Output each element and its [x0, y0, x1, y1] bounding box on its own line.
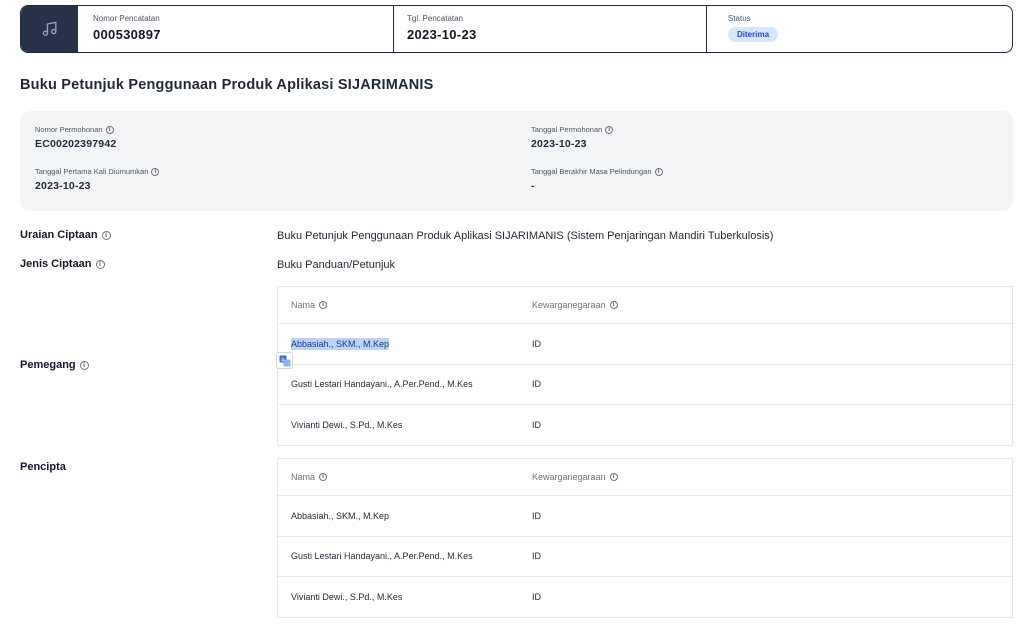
tanggal-diumumkan-label: Tanggal Pertama Kali Diumumkan	[35, 167, 149, 176]
table-row: Abbasiah., SKM., M.Kep ID	[278, 323, 1012, 364]
column-header-kewarganegaraan: Kewarganegaraan	[532, 472, 606, 482]
pemegang-label: Pemegang	[20, 359, 76, 371]
cell-name: Gusti Lestari Handayani., A.Per.Pend., M…	[291, 551, 473, 562]
tanggal-berakhir-label: Tanggal Berakhir Masa Pelindungan	[531, 167, 652, 176]
info-icon[interactable]: i	[319, 301, 328, 309]
tanggal-diumumkan-value: 2023-10-23	[35, 180, 91, 192]
info-icon[interactable]: i	[101, 230, 111, 240]
info-icon[interactable]: i	[151, 167, 160, 176]
tgl-pencatatan-label: Tgl. Pencatatan	[407, 14, 464, 23]
tanggal-permohonan: Tanggal Permohonan i 2023-10-23	[531, 125, 614, 150]
column-header-kewarganegaraan: Kewarganegaraan	[532, 300, 606, 310]
details-panel: Nomor Permohonan i EC00202397942 Tanggal …	[20, 111, 1013, 211]
info-icon[interactable]: i	[105, 125, 114, 134]
cell-name: Abbasiah., SKM., M.Kep	[291, 510, 390, 521]
cell-nationality: ID	[532, 551, 541, 562]
tanggal-permohonan-label: Tanggal Permohonan	[531, 125, 603, 134]
info-icon[interactable]: i	[605, 125, 614, 134]
status-cell: Status Diterima	[706, 6, 1012, 52]
record-summary-card: Nomor Pencatatan 000530897 Tgl. Pencatat…	[20, 5, 1013, 53]
table-header: Nama i Kewarganegaraan i	[278, 459, 1012, 495]
info-icon[interactable]: i	[654, 167, 663, 176]
info-icon[interactable]: i	[609, 473, 618, 481]
cell-nationality: ID	[532, 338, 541, 349]
info-icon[interactable]: i	[79, 360, 89, 370]
svg-text:A: A	[281, 357, 285, 363]
table-row: Gusti Lestari Handayani., A.Per.Pend., M…	[278, 535, 1012, 577]
cell-nationality: ID	[532, 591, 541, 602]
nomor-permohonan: Nomor Permohonan i EC00202397942	[35, 125, 116, 150]
tanggal-permohonan-value: 2023-10-23	[531, 138, 587, 150]
pencipta-label-row: Pencipta	[20, 461, 66, 473]
nomor-permohonan-label: Nomor Permohonan	[35, 125, 103, 134]
page-title: Buku Petunjuk Penggunaan Produk Aplikasi…	[20, 77, 434, 93]
info-icon[interactable]: i	[319, 473, 328, 481]
table-row: Gusti Lestari Handayani., A.Per.Pend., M…	[278, 363, 1012, 405]
jenis-ciptaan-label-row: Jenis Ciptaan i	[20, 258, 105, 270]
tgl-pencatatan-value: 2023-10-23	[407, 27, 477, 42]
tanggal-berakhir-value: -	[531, 180, 535, 192]
cell-name: Vivianti Dewi., S.Pd., M.Kes	[291, 591, 403, 602]
uraian-ciptaan-value: Buku Petunjuk Penggunaan Produk Aplikasi…	[277, 230, 774, 242]
info-icon[interactable]: i	[609, 301, 618, 309]
tanggal-diumumkan: Tanggal Pertama Kali Diumumkan i 2023-10-…	[35, 167, 160, 192]
table-row: Vivianti Dewi., S.Pd., M.Kes ID	[278, 404, 1012, 445]
cell-name: Vivianti Dewi., S.Pd., M.Kes	[291, 419, 403, 430]
nomor-pencatatan-label: Nomor Pencatatan	[93, 14, 160, 23]
column-header-nama: Nama	[291, 300, 316, 310]
jenis-ciptaan-value: Buku Panduan/Petunjuk	[277, 259, 396, 271]
nomor-pencatatan-cell: Nomor Pencatatan 000530897	[78, 6, 393, 52]
table-row: Abbasiah., SKM., M.Kep ID	[278, 495, 1012, 536]
jenis-ciptaan-label: Jenis Ciptaan	[20, 258, 92, 270]
pencipta-label: Pencipta	[20, 461, 66, 473]
cell-nationality: ID	[532, 419, 541, 430]
music-note-icon	[21, 6, 78, 52]
uraian-ciptaan-label-row: Uraian Ciptaan i	[20, 229, 111, 241]
translate-icon[interactable]: A	[276, 352, 293, 369]
pemegang-table: Nama i Kewarganegaraan i Abbasiah., SKM., …	[277, 286, 1013, 446]
cell-name: Gusti Lestari Handayani., A.Per.Pend., M…	[291, 379, 473, 390]
cell-name: Abbasiah., SKM., M.Kep	[291, 337, 390, 350]
nomor-pencatatan-value: 000530897	[93, 27, 161, 42]
status-badge: Diterima	[728, 27, 779, 42]
tanggal-berakhir: Tanggal Berakhir Masa Pelindungan i -	[531, 167, 663, 192]
status-label: Status	[728, 14, 751, 23]
info-icon[interactable]: i	[95, 259, 105, 269]
pemegang-label-row: Pemegang i	[20, 359, 89, 371]
table-row: Vivianti Dewi., S.Pd., M.Kes ID	[278, 576, 1012, 617]
table-header: Nama i Kewarganegaraan i	[278, 287, 1012, 323]
tgl-pencatatan-cell: Tgl. Pencatatan 2023-10-23	[393, 6, 706, 52]
cell-nationality: ID	[532, 510, 541, 521]
pencipta-table: Nama i Kewarganegaraan i Abbasiah., SKM., …	[277, 458, 1013, 618]
cell-nationality: ID	[532, 379, 541, 390]
nomor-permohonan-value: EC00202397942	[35, 138, 117, 150]
column-header-nama: Nama	[291, 472, 316, 482]
uraian-ciptaan-label: Uraian Ciptaan	[20, 229, 98, 241]
